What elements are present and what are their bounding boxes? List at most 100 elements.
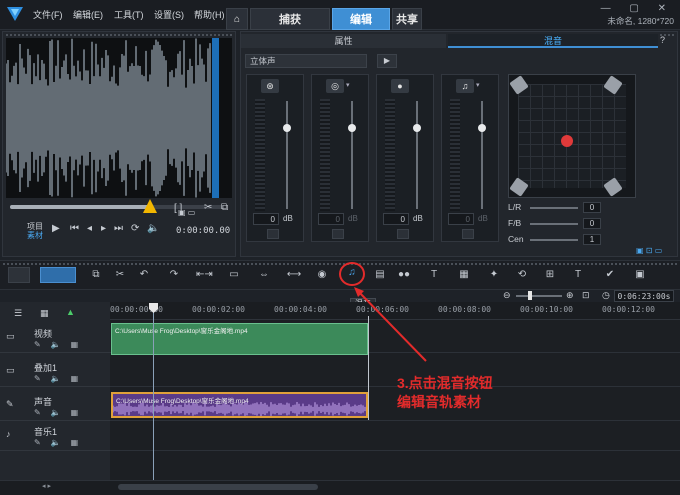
hd-icon[interactable]: ▣ ▭ — [178, 208, 195, 217]
export-icon[interactable]: ▣ — [632, 268, 648, 282]
window-controls[interactable]: — ▢ ✕ — [601, 3, 674, 14]
undo-icon[interactable]: ↶ — [136, 268, 152, 282]
menu-edit[interactable]: 编辑(E) — [73, 8, 103, 21]
scissors-icon[interactable]: ✂ — [204, 202, 212, 213]
mixer-channel-2: ◎ ▾ 0 dB — [311, 74, 369, 242]
ripple-icon[interactable]: ▦ — [40, 308, 49, 319]
start-icon[interactable]: ⏮ — [70, 223, 79, 234]
surround-slider[interactable] — [530, 239, 578, 241]
volume-knob[interactable] — [478, 124, 486, 132]
prev-frame-icon[interactable]: ◂ — [87, 223, 92, 234]
tab-mixer[interactable]: 混音 — [448, 34, 658, 48]
surround-value[interactable]: 0 — [583, 218, 601, 229]
zoom-in-icon[interactable]: ⊕ — [566, 290, 574, 301]
mute-button[interactable] — [397, 229, 409, 239]
zoom-out-icon[interactable]: ⊖ — [503, 290, 511, 301]
audio-clip[interactable]: C:\Users\Muse Frog\Desktop\窗乐金阁地.mp4 — [111, 392, 368, 418]
volume-knob[interactable] — [413, 124, 421, 132]
mixer-play-button[interactable]: ▶ — [377, 54, 397, 68]
zoom-knob[interactable] — [528, 291, 532, 300]
track-header[interactable]: ✎ 声音 ✎🔈▦ — [0, 391, 110, 421]
chevron-down-icon[interactable]: ▾ — [476, 81, 480, 89]
timeline-scrollbar[interactable] — [118, 484, 318, 490]
storyboard-view-button[interactable] — [8, 267, 30, 283]
channel-mode-select[interactable]: 立体声 — [245, 54, 367, 68]
volume-value[interactable]: 0 — [253, 213, 279, 225]
mixer-channel-1: ⊛ 0 dB — [246, 74, 304, 242]
crop-icon[interactable]: ⊞ — [542, 268, 558, 282]
add-track-icon[interactable]: ▲ — [66, 307, 75, 317]
volume-icon[interactable]: 🔈 — [147, 223, 159, 234]
preview-timecode[interactable]: 0:00:00.00 — [176, 226, 230, 236]
track-header[interactable]: ▭ 叠加1 ✎🔈▦ — [0, 357, 110, 387]
video-clip[interactable]: C:\Users\Muse Frog\Desktop\窗乐金阁地.mp4 — [111, 323, 368, 355]
screen-icon[interactable]: ▭ — [226, 268, 242, 282]
fit-project-icon[interactable]: ⊡ — [582, 290, 590, 301]
menu-tools[interactable]: 工具(T) — [114, 8, 144, 21]
sound-position-handle[interactable] — [561, 135, 573, 147]
volume-track[interactable] — [481, 101, 483, 209]
volume-value[interactable]: 0 — [448, 213, 474, 225]
volume-knob[interactable] — [348, 124, 356, 132]
text-icon[interactable]: T — [570, 268, 586, 282]
mute-button[interactable] — [462, 229, 474, 239]
surround-slider[interactable] — [530, 207, 578, 209]
music-track-icon: ♪ — [6, 429, 11, 439]
expand-icon[interactable]: ⧉ — [221, 202, 228, 213]
surround-value[interactable]: 1 — [583, 234, 601, 245]
track-controls-icon[interactable]: ✎🔈▦ — [34, 340, 88, 349]
mute-button[interactable] — [332, 229, 344, 239]
end-icon[interactable]: ⏭ — [114, 223, 123, 234]
track-controls-icon[interactable]: ✎🔈▦ — [34, 438, 88, 447]
next-frame-icon[interactable]: ▸ — [101, 223, 106, 234]
volume-track[interactable] — [416, 101, 418, 209]
timeline-view-button[interactable] — [40, 267, 76, 283]
mode-clip[interactable]: 素材 — [27, 230, 43, 241]
film-reel-icon[interactable]: ⊛ — [261, 79, 279, 93]
surround-slider[interactable] — [530, 223, 578, 225]
track-manager-icon[interactable]: ⇔ — [256, 268, 272, 282]
tab-edit[interactable]: 编辑 — [332, 8, 390, 30]
play-icon[interactable]: ▶ — [52, 223, 60, 234]
tab-share[interactable]: 共享 — [392, 8, 422, 30]
overlay-icon[interactable]: ◎ — [326, 79, 344, 93]
motion-track-icon[interactable]: ✦ — [486, 268, 502, 282]
check-icon[interactable]: ✔ — [602, 268, 618, 282]
tab-properties[interactable]: 属性 — [241, 34, 446, 48]
repeat-icon[interactable]: ⟳ — [131, 223, 139, 234]
track-controls-icon[interactable]: ✎🔈▦ — [34, 374, 88, 383]
track-header[interactable]: ▭ 视频 ✎🔈▦ — [0, 323, 110, 353]
annotation-line1: 3.点击混音按钮 — [397, 375, 493, 391]
track-controls-icon[interactable]: ✎🔈▦ — [34, 408, 88, 417]
chevron-down-icon[interactable]: ▾ — [346, 81, 350, 89]
home-icon[interactable]: ⌂ — [226, 8, 248, 30]
panel-toggle-icons[interactable]: ▣ ⊡ ▭ — [636, 246, 662, 255]
volume-track[interactable] — [351, 101, 353, 209]
redo-icon[interactable]: ↷ — [166, 268, 182, 282]
tab-capture[interactable]: 捕获 — [250, 8, 330, 30]
music-note-icon[interactable]: ♫ — [456, 79, 474, 93]
menu-settings[interactable]: 设置(S) — [154, 8, 184, 21]
track-lane[interactable] — [110, 421, 680, 451]
voice-icon[interactable]: ● — [391, 79, 409, 93]
track-header[interactable]: ♪ 音乐1 ✎🔈▦ — [0, 421, 110, 451]
path-icon[interactable]: ⟲ — [514, 268, 530, 282]
volume-value[interactable]: 0 — [383, 213, 409, 225]
surround-value[interactable]: 0 — [583, 202, 601, 213]
volume-knob[interactable] — [283, 124, 291, 132]
mute-button[interactable] — [267, 229, 279, 239]
split-icon[interactable]: ⟷ — [286, 268, 302, 282]
scroll-arrows-icon[interactable]: ◂ ▸ — [42, 482, 51, 490]
volume-track[interactable] — [286, 101, 288, 209]
track-manager-icon[interactable]: ☰ — [14, 308, 22, 319]
record-icon[interactable]: ◉ — [314, 268, 330, 282]
menu-file[interactable]: 文件(F) — [33, 8, 63, 21]
help-icon[interactable]: ? — [660, 35, 665, 45]
volume-value[interactable]: 0 — [318, 213, 344, 225]
clock-icon: ◷ — [602, 290, 610, 300]
copy-icon[interactable]: ⧉ — [88, 268, 104, 282]
fit-icon[interactable]: ⇤⇥ — [196, 268, 213, 282]
menu-help[interactable]: 帮助(H) — [194, 8, 225, 21]
zoom-slider[interactable] — [516, 295, 562, 297]
tools-icon[interactable]: ✂ — [112, 268, 128, 282]
